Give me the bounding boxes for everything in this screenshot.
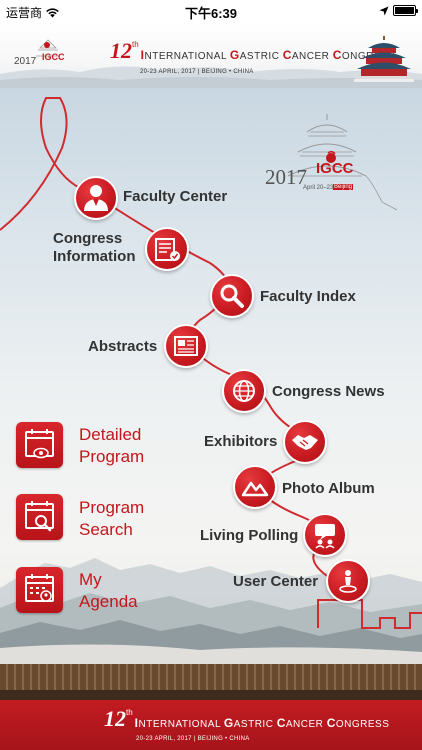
main-logo-city: Beijing xyxy=(333,184,354,190)
footer-congress-name: INTERNATIONAL GASTRIC CANCER CONGRESS xyxy=(134,716,390,730)
photo-album-button[interactable] xyxy=(233,465,277,509)
location-arrow-icon xyxy=(379,6,389,15)
faculty-center-button[interactable] xyxy=(74,176,118,220)
program-search-label[interactable]: Program Search xyxy=(79,497,144,541)
my-agenda-label[interactable]: My Agenda xyxy=(79,569,138,613)
main-logo-dates: April 20–23 xyxy=(303,185,334,191)
main-logo-name: IGCC xyxy=(316,160,354,177)
living-polling-label[interactable]: Living Polling xyxy=(200,527,298,545)
magnifier-icon xyxy=(220,284,244,308)
mountain-photo-icon xyxy=(241,481,269,497)
congress-information-label[interactable]: Congress Information xyxy=(53,230,136,266)
faculty-center-label[interactable]: Faculty Center xyxy=(123,188,227,206)
footer-dates-location: 20-23 APRIL, 2017 | BEIJING • CHINA xyxy=(136,736,250,742)
footer-roof-tiles xyxy=(0,664,422,690)
header-banner: 2017 IGCC 12 th INTERNATIONAL GASTRIC CA… xyxy=(0,22,422,88)
faculty-index-label[interactable]: Faculty Index xyxy=(260,288,356,306)
calendar-search-icon xyxy=(25,501,54,532)
edition-number: 12 xyxy=(110,38,132,63)
status-bar-right xyxy=(379,5,418,16)
battery-icon xyxy=(393,5,418,16)
newspaper-icon xyxy=(174,336,198,356)
living-polling-button[interactable] xyxy=(303,513,347,557)
abstracts-label[interactable]: Abstracts xyxy=(88,338,157,356)
handshake-icon xyxy=(292,435,318,450)
person-suit-icon xyxy=(84,185,108,211)
globe-icon xyxy=(233,380,255,402)
abstracts-button[interactable] xyxy=(164,324,208,368)
footer-edition-number: 12 xyxy=(104,706,126,731)
detailed-program-button[interactable] xyxy=(16,422,63,468)
header-dates-location: 20-23 APRIL, 2017 | BEIJING • CHINA xyxy=(140,69,254,75)
program-search-button[interactable] xyxy=(16,494,63,540)
photo-album-label[interactable]: Photo Album xyxy=(282,480,375,498)
edition-suffix: th xyxy=(132,40,139,49)
congress-news-label[interactable]: Congress News xyxy=(272,383,385,401)
exhibitors-label[interactable]: Exhibitors xyxy=(204,433,277,451)
footer-congress-title: 12 th INTERNATIONAL GASTRIC CANCER CONGR… xyxy=(104,706,390,731)
user-pin-icon xyxy=(339,570,357,593)
status-bar: 运营商 下午6:39 xyxy=(0,0,422,22)
exhibitors-button[interactable] xyxy=(283,420,327,464)
header-congress-title: 12 th INTERNATIONAL GASTRIC CANCER CONGR… xyxy=(110,38,395,63)
footer-edition-suffix: th xyxy=(126,708,133,717)
chat-people-icon xyxy=(315,524,335,549)
calendar-user-icon xyxy=(25,574,54,602)
footer-roof-band xyxy=(0,690,422,700)
main-logo-year: 2017 xyxy=(265,165,307,189)
header-logo-year: 2017 xyxy=(14,56,37,67)
congress-information-button[interactable] xyxy=(145,227,189,271)
main-menu-area: 2017 IGCC April 20–23 Beijing Faculty Ce… xyxy=(0,88,422,664)
header-logo-name: IGCC xyxy=(42,52,65,62)
status-time: 下午6:39 xyxy=(184,6,238,21)
calendar-eye-icon xyxy=(25,429,54,459)
temple-of-heaven-image xyxy=(354,36,414,82)
document-check-icon xyxy=(155,238,180,261)
congress-news-button[interactable] xyxy=(222,369,266,413)
user-center-button[interactable] xyxy=(326,559,370,603)
faculty-index-button[interactable] xyxy=(210,274,254,318)
detailed-program-label[interactable]: Detailed Program xyxy=(79,424,144,468)
user-center-label[interactable]: User Center xyxy=(233,573,318,591)
my-agenda-button[interactable] xyxy=(16,567,63,613)
